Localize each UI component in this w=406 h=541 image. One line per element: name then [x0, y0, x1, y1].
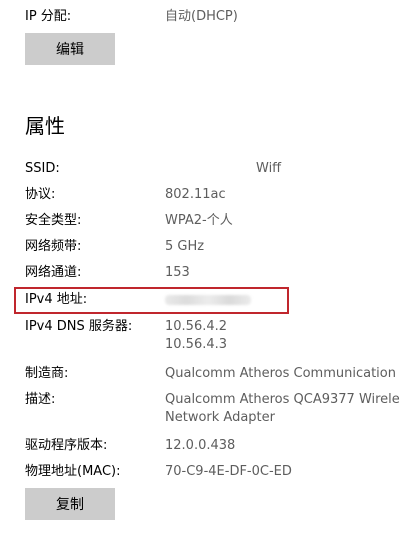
description-value: Qualcomm Atheros QCA9377 Wirele Network …	[165, 391, 400, 427]
manufacturer-label: 制造商:	[25, 366, 69, 381]
protocol-label: 协议:	[25, 187, 56, 202]
network-channel-value: 153	[165, 265, 190, 280]
driver-version-label: 驱动程序版本:	[25, 438, 108, 453]
properties-heading: 属性	[25, 114, 65, 138]
mac-address-label: 物理地址(MAC):	[25, 464, 121, 479]
copy-button[interactable]: 复制	[25, 488, 115, 520]
ipv4-address-value-blurred	[165, 291, 251, 311]
ipv4-address-label: IPv4 地址:	[25, 292, 88, 307]
description-line-2: Network Adapter	[165, 410, 275, 425]
edit-button[interactable]: 编辑	[25, 33, 115, 65]
ssid-value: Wiff	[256, 161, 282, 176]
network-band-value: 5 GHz	[165, 239, 205, 254]
ip-assignment-value: 自动(DHCP)	[165, 9, 238, 24]
ip-assignment-label: IP 分配:	[25, 9, 72, 24]
dns-server-secondary: 10.56.4.3	[165, 337, 228, 352]
security-type-label: 安全类型:	[25, 213, 82, 228]
driver-version-value: 12.0.0.438	[165, 438, 236, 453]
network-properties-panel: IP 分配: 自动(DHCP) 编辑 属性 SSID: Wiff 协议: 802…	[0, 0, 406, 541]
network-band-label: 网络频带:	[25, 239, 82, 254]
ssid-label: SSID:	[25, 161, 60, 176]
dns-server-primary: 10.56.4.2	[165, 319, 228, 334]
protocol-value: 802.11ac	[165, 187, 226, 202]
manufacturer-value: Qualcomm Atheros Communication	[165, 366, 396, 381]
description-label: 描述:	[25, 392, 56, 407]
dns-servers-value: 10.56.4.2 10.56.4.3	[165, 318, 227, 354]
network-channel-label: 网络通道:	[25, 265, 82, 280]
dns-servers-label: IPv4 DNS 服务器:	[25, 319, 133, 334]
bottom-edge	[0, 537, 406, 541]
security-type-value: WPA2-个人	[165, 213, 233, 228]
mac-address-value: 70-C9-4E-DF-0C-ED	[165, 464, 292, 479]
description-line-1: Qualcomm Atheros QCA9377 Wirele	[165, 392, 400, 407]
